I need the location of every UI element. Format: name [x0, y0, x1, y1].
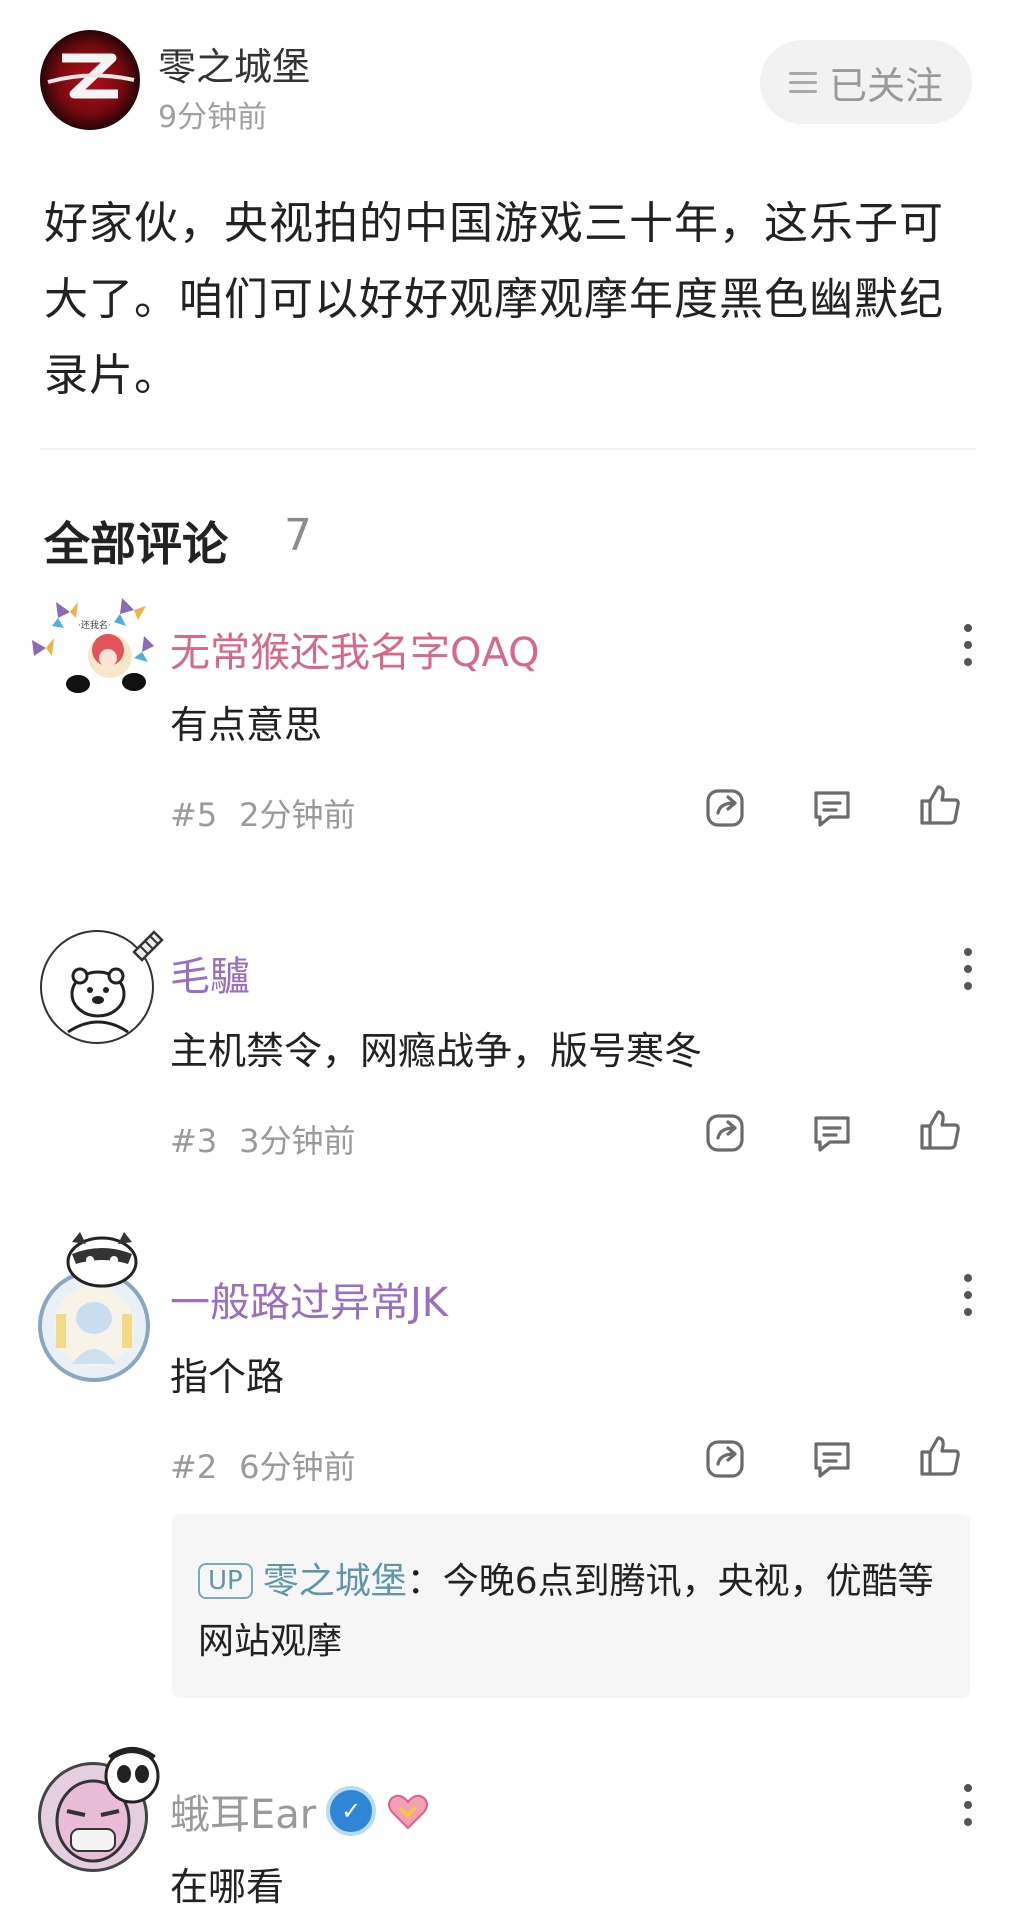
- more-vertical-icon[interactable]: [958, 1784, 978, 1826]
- share-icon[interactable]: [704, 1110, 748, 1154]
- post-body: 好家伙，央视拍的中国游戏三十年，这乐子可大了。咱们可以好好观摩观摩年度黑色幽默纪…: [44, 198, 944, 401]
- panda-decoration: [104, 1747, 160, 1804]
- svg-text:·还我名·: ·还我名·: [78, 619, 111, 631]
- reply-author[interactable]: 零之城堡: [263, 1561, 407, 1602]
- more-vertical-icon[interactable]: [958, 948, 978, 990]
- verified-badge-icon: ✓: [326, 1786, 377, 1836]
- comment-meta: #5 2分钟前: [170, 790, 356, 836]
- post-time: 9分钟前: [158, 100, 268, 135]
- reply-separator: ：: [406, 1561, 443, 1602]
- author-avatar[interactable]: [40, 30, 140, 130]
- comment-meta: #3 3分钟前: [170, 1116, 356, 1162]
- thumbs-up-icon[interactable]: [918, 1108, 962, 1152]
- divider: [40, 448, 976, 450]
- comment-time: 2分钟前: [239, 796, 356, 834]
- follow-label: 已关注: [828, 63, 943, 108]
- bulb-base-icon: [132, 930, 164, 962]
- comment-icon[interactable]: [810, 1436, 854, 1480]
- follow-button[interactable]: 已关注: [760, 40, 972, 124]
- commenter-avatar[interactable]: ·还我名·: [26, 588, 154, 716]
- comment-text: 有点意思: [170, 703, 323, 747]
- share-icon[interactable]: [704, 1436, 748, 1480]
- comments-title: 全部评论: [44, 517, 228, 571]
- comment-meta: #2 6分钟前: [170, 1442, 356, 1488]
- comment-text: 主机禁令，网瘾战争，版号寒冬: [170, 1029, 703, 1073]
- floor-number: #5: [170, 796, 218, 834]
- commenter-name[interactable]: 无常猴还我名字QAQ: [170, 620, 540, 678]
- comment-time: 3分钟前: [239, 1122, 356, 1160]
- menu-lines-icon: [788, 71, 817, 93]
- comment-text: 指个路: [170, 1355, 285, 1399]
- comments-count: 7: [284, 510, 312, 561]
- commenter-name[interactable]: 蛾耳Ear: [170, 1782, 316, 1840]
- comment-icon[interactable]: [810, 1110, 854, 1154]
- more-vertical-icon[interactable]: [958, 624, 978, 666]
- thumbs-up-icon[interactable]: [918, 783, 962, 827]
- floor-number: #2: [170, 1448, 218, 1486]
- raccoon-decoration: [66, 1232, 138, 1288]
- commenter-name[interactable]: 一般路过异常JK: [170, 1270, 448, 1328]
- comment-icon[interactable]: [810, 785, 854, 829]
- heart-badge-icon: [388, 1794, 429, 1830]
- commenter-name[interactable]: 毛驢: [170, 944, 250, 1002]
- commenter-name-row: 蛾耳Ear ✓: [170, 1782, 430, 1840]
- comment-text: 在哪看: [170, 1865, 285, 1909]
- reply-text-block: UP 零之城堡：今晚6点到腾讯，央视，优酷等网站观摩: [198, 1552, 938, 1672]
- thumbs-up-icon[interactable]: [918, 1434, 962, 1478]
- up-badge: UP: [198, 1563, 253, 1599]
- comment-time: 6分钟前: [239, 1448, 356, 1486]
- author-name[interactable]: 零之城堡: [158, 36, 310, 91]
- floor-number: #3: [170, 1122, 218, 1160]
- share-icon[interactable]: [704, 785, 748, 829]
- more-vertical-icon[interactable]: [958, 1274, 978, 1316]
